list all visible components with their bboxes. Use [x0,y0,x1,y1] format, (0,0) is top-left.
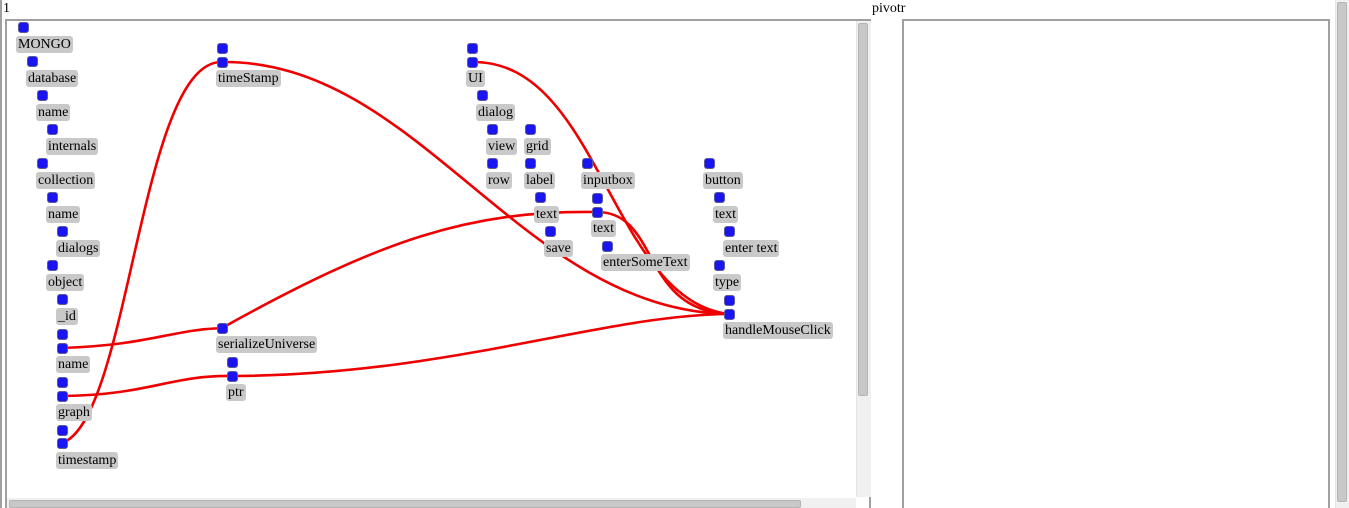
node-handlemouseclick-label[interactable]: handleMouseClick [723,322,833,339]
node-database-label[interactable]: database [26,70,79,87]
node-view-in-port[interactable] [487,124,498,135]
node-dialogs-label[interactable]: dialogs [56,240,101,257]
page-vertical-scroll-thumb[interactable] [1337,2,1347,502]
node-serializeuniverse-label[interactable]: serializeUniverse [216,336,318,353]
node-handlemouseclick-in-port[interactable] [724,295,735,306]
node-name-out-port[interactable] [57,343,68,354]
node-name-in-port[interactable] [37,90,48,101]
node-object-label[interactable]: object [46,274,85,291]
left-panel-title: 1 [3,1,10,16]
node-name-in-port[interactable] [47,192,58,203]
node-view-label[interactable]: view [486,138,518,155]
node-ui-out-port[interactable] [467,57,478,68]
node-collection-in-port[interactable] [37,158,48,169]
node-id-label[interactable]: _id [56,308,78,325]
node-type-in-port[interactable] [714,260,725,271]
node-collection-label[interactable]: collection [36,172,96,189]
node-database-in-port[interactable] [27,56,38,67]
node-text-label[interactable]: text [713,206,738,223]
node-mongo-label[interactable]: MONGO [16,36,73,53]
right-panel-title: pivotr [872,1,906,16]
node-dialog-label[interactable]: dialog [476,104,515,121]
node-ui-in-port[interactable] [467,43,478,54]
graph-canvas-panel[interactable] [5,19,871,508]
node-label-label[interactable]: label [524,172,556,189]
node-graph-in-port[interactable] [57,377,68,388]
node-timestamp-in-port[interactable] [217,43,228,54]
node-text-out-port[interactable] [592,207,603,218]
node-text-in-port[interactable] [592,193,603,204]
node-graph-out-port[interactable] [57,391,68,402]
node-mongo-in-port[interactable] [18,22,29,33]
node-id-in-port[interactable] [57,294,68,305]
node-type-label[interactable]: type [713,274,742,291]
node-save-label[interactable]: save [544,240,573,257]
node-handlemouseclick-out-port[interactable] [724,309,735,320]
node-ptr-label[interactable]: ptr [226,384,246,401]
node-name-in-port[interactable] [57,329,68,340]
node-timestamp-label[interactable]: timestamp [56,452,119,469]
node-graph-label[interactable]: graph [56,404,92,421]
graph-horizontal-scroll-thumb[interactable] [9,500,801,508]
node-dialog-in-port[interactable] [477,90,488,101]
node-text-label[interactable]: text [591,220,616,237]
node-enter-text-in-port[interactable] [724,226,735,237]
node-timestamp-in-port[interactable] [57,425,68,436]
node-text-in-port[interactable] [535,192,546,203]
node-ptr-in-port[interactable] [227,357,238,368]
node-ui-label[interactable]: UI [466,70,485,87]
node-timestamp-out-port[interactable] [57,438,68,449]
node-serializeuniverse-in-port[interactable] [217,323,228,334]
node-ptr-out-port[interactable] [227,371,238,382]
graph-vertical-scroll-thumb[interactable] [858,23,868,396]
node-internals-in-port[interactable] [47,124,58,135]
node-button-in-port[interactable] [704,158,715,169]
node-enter-text-label[interactable]: enter text [723,240,780,257]
node-grid-in-port[interactable] [525,124,536,135]
node-save-in-port[interactable] [545,226,556,237]
node-entersometext-label[interactable]: enterSomeText [601,254,690,271]
node-name-label[interactable]: name [36,104,71,121]
node-inputbox-label[interactable]: inputbox [581,172,635,189]
node-name-label[interactable]: name [46,206,81,223]
node-text-in-port[interactable] [714,192,725,203]
node-internals-label[interactable]: internals [46,138,99,155]
node-timestamp-label[interactable]: timeStamp [216,70,281,87]
node-entersometext-in-port[interactable] [602,241,613,252]
node-label-in-port[interactable] [525,158,536,169]
node-row-in-port[interactable] [487,158,498,169]
pivot-panel[interactable] [902,19,1330,508]
node-inputbox-in-port[interactable] [582,158,593,169]
node-row-label[interactable]: row [486,172,512,189]
left-border [0,0,2,508]
node-timestamp-out-port[interactable] [217,57,228,68]
node-name-label[interactable]: name [56,356,91,373]
node-dialogs-in-port[interactable] [57,226,68,237]
node-button-label[interactable]: button [703,172,743,189]
node-object-in-port[interactable] [47,260,58,271]
node-text-label[interactable]: text [534,206,559,223]
node-grid-label[interactable]: grid [524,138,551,155]
